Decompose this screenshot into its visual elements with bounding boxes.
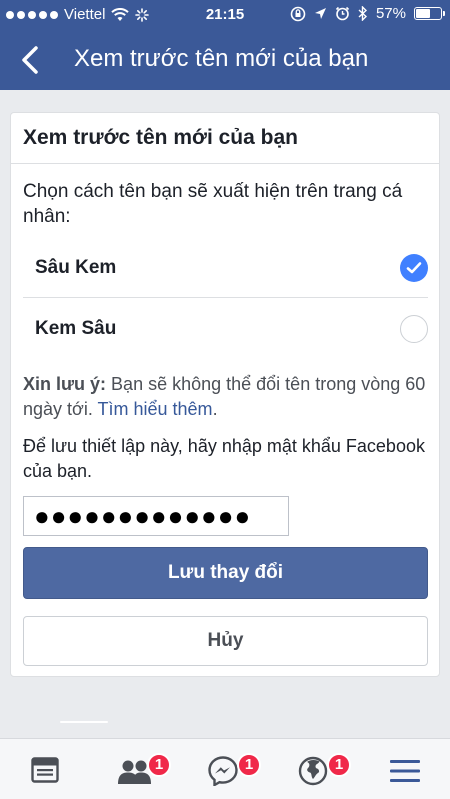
tab-messenger[interactable]: 1 <box>184 739 264 799</box>
learn-more-link[interactable]: Tìm hiểu thêm <box>98 399 213 419</box>
rotation-lock-icon <box>290 6 306 21</box>
checkmark-icon <box>406 261 422 273</box>
name-change-notice: Xin lưu ý: Bạn sẽ không thể đổi tên tron… <box>23 372 428 422</box>
radio-checked-icon[interactable] <box>400 253 428 282</box>
notice-end: . <box>212 399 218 419</box>
name-option-1[interactable]: Sâu Kem <box>23 238 428 298</box>
name-preview-card: Xem trước tên mới của bạn Chọn cách tên … <box>10 112 440 677</box>
name-option-label: Kem Sâu <box>35 318 117 339</box>
name-option-label: Sâu Kem <box>35 256 117 278</box>
messenger-icon <box>208 756 238 786</box>
name-option-2[interactable]: Kem Sâu <box>23 299 428 359</box>
password-field[interactable]: ●●●●●●●●●●●●● <box>23 496 289 536</box>
save-changes-button[interactable]: Lưu thay đổi <box>23 547 428 599</box>
tab-news-feed[interactable] <box>4 739 84 799</box>
notifications-badge: 1 <box>327 753 351 777</box>
battery-percent: 57% <box>375 5 406 22</box>
tab-menu[interactable] <box>366 739 446 799</box>
news-feed-icon <box>31 757 59 783</box>
cancel-button[interactable]: Hủy <box>23 616 428 666</box>
card-title: Xem trước tên mới của bạn <box>11 113 439 164</box>
password-prompt: Để lưu thiết lập này, hãy nhập mật khẩu … <box>23 436 425 481</box>
navigation-bar: Xem trước tên mới của bạn <box>0 30 450 90</box>
battery-icon <box>414 7 445 20</box>
menu-icon <box>390 760 420 782</box>
divider <box>60 721 108 723</box>
status-right: 57% <box>290 5 445 22</box>
bluetooth-icon <box>358 6 367 21</box>
chevron-left-icon <box>22 46 38 74</box>
status-bar: Viettel 21:15 57% <box>0 0 450 30</box>
page-title: Xem trước tên mới của bạn <box>74 45 369 72</box>
bottom-tab-bar: 1 1 1 <box>0 738 450 799</box>
notice-label: Xin lưu ý: <box>23 374 107 394</box>
radio-unchecked-icon[interactable] <box>400 315 428 343</box>
tab-notifications[interactable]: 1 <box>276 739 356 799</box>
messenger-badge: 1 <box>237 753 261 777</box>
location-icon <box>314 7 326 19</box>
alarm-icon <box>335 6 350 21</box>
name-display-description: Chọn cách tên bạn sẽ xuất hiện trên tran… <box>23 181 403 227</box>
tab-friend-requests[interactable]: 1 <box>94 739 174 799</box>
back-button[interactable] <box>14 42 48 78</box>
friend-requests-badge: 1 <box>147 753 171 777</box>
notifications-globe-icon <box>298 756 328 786</box>
